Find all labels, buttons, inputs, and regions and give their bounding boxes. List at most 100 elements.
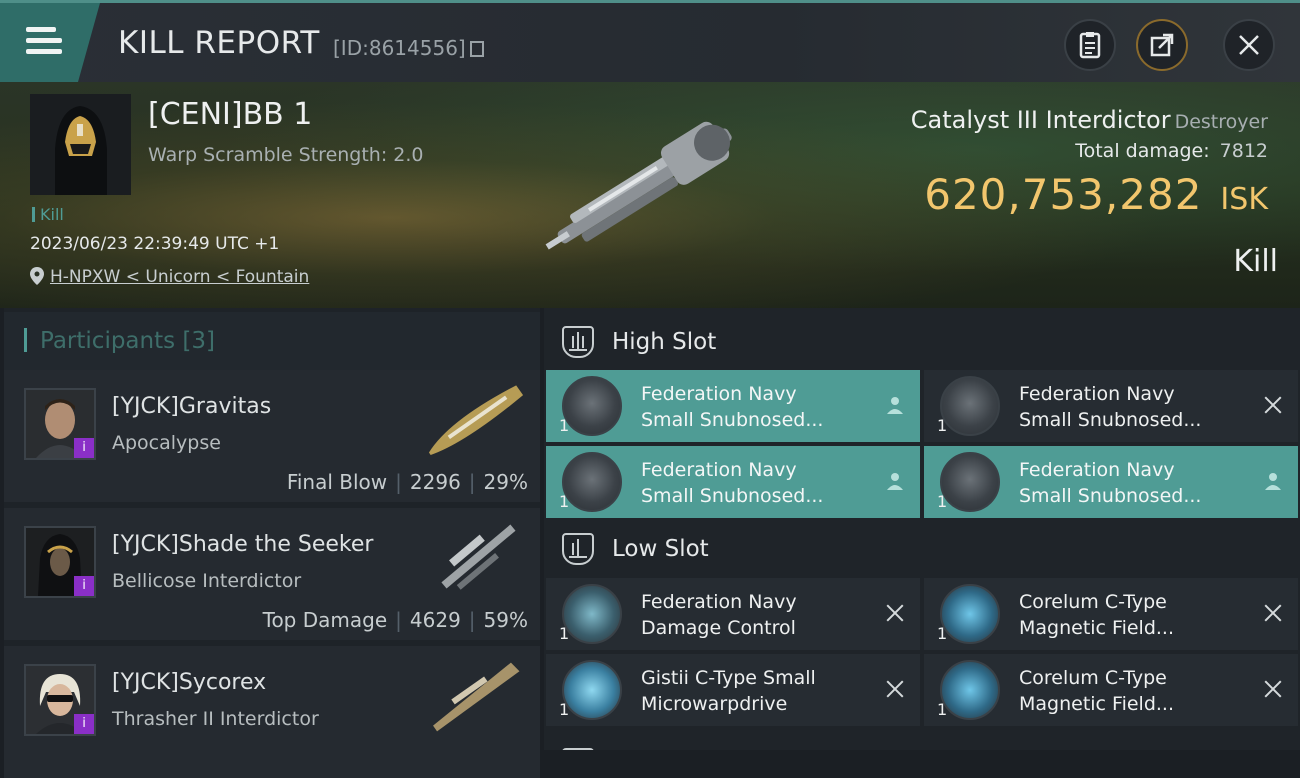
kill-location[interactable]: H-NPXW < Unicorn < Fountain — [30, 267, 309, 287]
pilot-icon — [1265, 473, 1281, 490]
high-slot-icon — [562, 326, 594, 358]
high-slot-header: High Slot — [544, 312, 1300, 372]
participant-avatar[interactable]: i — [24, 388, 96, 460]
high-slot-title: High Slot — [612, 329, 717, 355]
total-damage-value: 7812 — [1219, 140, 1268, 162]
pilot-icon — [887, 473, 903, 490]
participant-ship: Thrasher II Interdictor — [112, 708, 319, 730]
destroyed-x-icon — [884, 678, 906, 700]
close-button[interactable] — [1223, 19, 1275, 71]
top-bar: KILL REPORT [ID:8614556] — [0, 0, 1300, 82]
isk-unit: ISK — [1220, 182, 1268, 217]
turret-icon — [562, 376, 622, 436]
result-label: Kill — [1233, 244, 1278, 279]
module-item[interactable]: 1 Federation Navy Small Snubnosed... — [546, 370, 920, 442]
participant-row[interactable]: i [YJCK]Gravitas Apocalypse Final Blow | 2… — [4, 370, 540, 502]
copy-icon[interactable] — [469, 41, 484, 57]
victim-portrait[interactable] — [30, 94, 131, 195]
participant-name[interactable]: [YJCK]Gravitas — [112, 394, 271, 419]
module-qty: 1 — [937, 700, 948, 719]
victim-ship-line: Catalyst III Interdictor Destroyer — [911, 106, 1268, 134]
clipboard-button[interactable] — [1064, 19, 1116, 71]
victim-ship-class: Destroyer — [1174, 111, 1268, 133]
isk-value: 620,753,282 ISK — [924, 170, 1268, 219]
module-item[interactable]: 1 Corelum C-Type Magnetic Field... — [924, 578, 1298, 650]
module-item[interactable]: 1 Gistii C-Type Small Microwarpdrive — [546, 654, 920, 726]
module-qty: 1 — [937, 416, 948, 435]
module-item[interactable]: 1 Federation Navy Damage Control — [546, 578, 920, 650]
share-button[interactable] — [1136, 19, 1188, 71]
corp-badge-icon: i — [74, 714, 94, 734]
isk-amount: 620,753,282 — [924, 170, 1203, 219]
module-qty: 1 — [937, 492, 948, 511]
warp-scramble-strength: Warp Scramble Strength: 2.0 — [148, 144, 424, 166]
participants-title: Participants [3] — [40, 328, 216, 354]
participants-header: Participants [3] — [4, 312, 540, 370]
kill-tag: Kill — [32, 205, 64, 224]
module-qty: 1 — [937, 624, 948, 643]
destroyed-x-icon — [884, 602, 906, 624]
page-title: KILL REPORT — [118, 25, 320, 61]
participants-panel: Participants [3] i [YJCK]Gravitas Apocal… — [4, 308, 540, 778]
location-link[interactable]: H-NPXW < Unicorn < Fountain — [50, 267, 309, 287]
module-name: Gistii C-Type Small Microwarpdrive — [641, 667, 816, 715]
participant-row[interactable]: i [YJCK]Shade the Seeker Bellicose Inter… — [4, 508, 540, 640]
module-item[interactable]: 1 Federation Navy Small Snubnosed... — [924, 370, 1298, 442]
damage-control-icon — [562, 584, 622, 644]
turret-icon — [940, 452, 1000, 512]
victim-ship-image[interactable] — [525, 110, 775, 260]
participant-ship: Apocalypse — [112, 432, 221, 454]
module-qty: 1 — [559, 700, 570, 719]
kill-id[interactable]: [ID:8614556] — [333, 36, 484, 60]
turret-icon — [562, 452, 622, 512]
microwarpdrive-icon — [562, 660, 622, 720]
magnetic-field-stabilizer-icon — [940, 660, 1000, 720]
clipboard-icon — [1079, 32, 1101, 59]
module-item[interactable]: 1 Federation Navy Small Snubnosed... — [546, 446, 920, 518]
participant-row[interactable]: i [YJCK]Sycorex Thrasher II Interdictor — [4, 646, 540, 778]
module-name: Federation Navy Small Snubnosed... — [1019, 459, 1202, 507]
pilot-icon — [887, 397, 903, 414]
corp-badge-icon: i — [74, 576, 94, 596]
mid-slot-header — [544, 734, 1300, 750]
module-name: Federation Navy Small Snubnosed... — [1019, 383, 1202, 431]
fitting-panel: High Slot 1 Federation Navy Small Snubnos… — [544, 308, 1300, 750]
turret-icon — [940, 376, 1000, 436]
participants-accent-bar — [24, 328, 27, 352]
module-item[interactable]: 1 Federation Navy Small Snubnosed... — [924, 446, 1298, 518]
module-name: Federation Navy Small Snubnosed... — [641, 459, 824, 507]
corp-badge-icon: i — [74, 438, 94, 458]
location-pin-icon — [30, 267, 44, 285]
share-icon — [1150, 33, 1174, 57]
destroyed-x-icon — [1262, 602, 1284, 624]
victim-ship-name[interactable]: Catalyst III Interdictor — [911, 106, 1171, 134]
participant-ship-image[interactable] — [414, 376, 534, 466]
victim-pilot-name[interactable]: [CENI]BB 1 — [148, 97, 312, 132]
module-qty: 1 — [559, 624, 570, 643]
menu-button[interactable] — [0, 3, 100, 82]
participant-name[interactable]: [YJCK]Shade the Seeker — [112, 532, 373, 557]
low-slot-icon — [562, 533, 594, 565]
total-damage-label: Total damage: — [1075, 140, 1210, 162]
participant-ship-image[interactable] — [414, 514, 534, 604]
module-name: Federation Navy Damage Control — [641, 591, 797, 639]
menu-icon — [26, 27, 62, 60]
victim-avatar-image — [30, 94, 131, 195]
total-damage: Total damage: 7812 — [1075, 140, 1268, 162]
low-slot-header: Low Slot — [544, 519, 1300, 579]
kill-id-text: [ID:8614556] — [333, 36, 466, 60]
module-name: Corelum C-Type Magnetic Field... — [1019, 591, 1175, 639]
kill-datetime: 2023/06/23 22:39:49 UTC +1 — [30, 234, 280, 254]
destroyed-x-icon — [1262, 678, 1284, 700]
module-name: Federation Navy Small Snubnosed... — [641, 383, 824, 431]
close-icon — [1239, 35, 1259, 55]
participant-avatar[interactable]: i — [24, 664, 96, 736]
destroyed-x-icon — [1262, 394, 1284, 416]
participant-name[interactable]: [YJCK]Sycorex — [112, 670, 266, 695]
module-item[interactable]: 1 Corelum C-Type Magnetic Field... — [924, 654, 1298, 726]
magnetic-field-stabilizer-icon — [940, 584, 1000, 644]
participant-stats: Top Damage | 4629 | 59% — [262, 608, 528, 632]
participant-avatar[interactable]: i — [24, 526, 96, 598]
participant-stats: Final Blow | 2296 | 29% — [286, 470, 528, 494]
participant-ship-image[interactable] — [414, 652, 534, 742]
